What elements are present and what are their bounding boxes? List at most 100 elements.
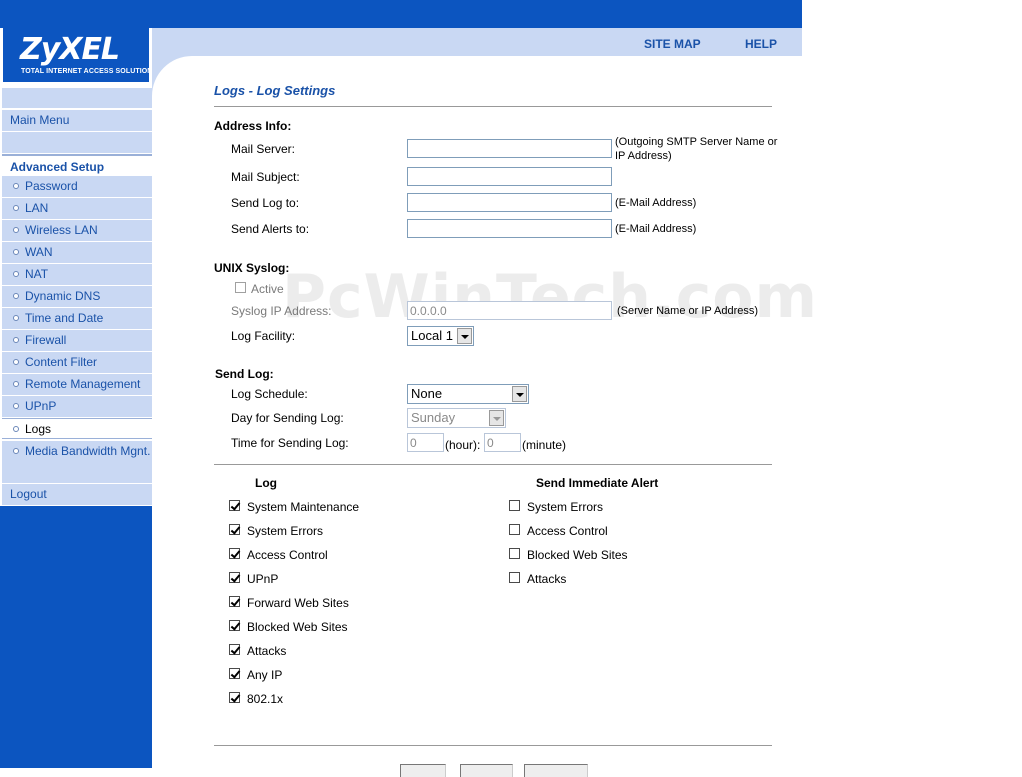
divider xyxy=(214,106,772,107)
sidebar-item-logout[interactable]: Logout xyxy=(2,484,152,506)
sidebar-item-wireless-lan[interactable]: Wireless LAN xyxy=(2,220,152,242)
divider xyxy=(214,745,772,746)
sidebar-item-dynamic-dns[interactable]: Dynamic DNS xyxy=(2,286,152,308)
send-log-to-input[interactable] xyxy=(407,193,612,212)
send-log-to-note: (E-Mail Address) xyxy=(615,197,697,209)
sidebar-item-time-and-date[interactable]: Time and Date xyxy=(2,308,152,330)
sidebar-item-remote-management[interactable]: Remote Management xyxy=(2,374,152,396)
bullet-icon xyxy=(13,205,19,211)
sidebar-section-label: Advanced Setup xyxy=(10,160,105,174)
bullet-icon xyxy=(13,448,19,454)
bullet-icon xyxy=(13,271,19,277)
day-for-sending-value: Sunday xyxy=(411,410,456,425)
page-title: Logs - Log Settings xyxy=(214,83,336,98)
sidebar-item-label: Wireless LAN xyxy=(25,223,98,237)
log-checkbox[interactable] xyxy=(229,692,240,703)
log-facility-select[interactable]: Local 1 xyxy=(407,326,474,346)
send-log-heading: Send Log: xyxy=(215,367,274,381)
alert-item-label: System Errors xyxy=(527,500,604,514)
alert-checkbox[interactable] xyxy=(509,572,520,583)
log-schedule-select[interactable]: None xyxy=(407,384,529,404)
mail-server-note-2: IP Address) xyxy=(615,150,672,162)
minute-input[interactable] xyxy=(484,433,521,452)
mail-server-input[interactable] xyxy=(407,139,612,158)
chevron-down-icon xyxy=(489,410,504,426)
log-checkbox[interactable] xyxy=(229,644,240,655)
watermark: PcWinTech.com xyxy=(282,262,819,332)
log-schedule-value: None xyxy=(411,386,443,401)
sidebar-item-label: WAN xyxy=(25,245,53,259)
bullet-icon xyxy=(13,403,19,409)
alert-checkbox[interactable] xyxy=(509,548,520,559)
sidebar-item-wan[interactable]: WAN xyxy=(2,242,152,264)
log-checkbox[interactable] xyxy=(229,668,240,679)
bullet-icon xyxy=(13,337,19,343)
syslog-ip-input[interactable] xyxy=(407,301,612,320)
sidebar-item-label: LAN xyxy=(25,201,49,215)
log-facility-label: Log Facility: xyxy=(231,329,296,343)
send-alerts-to-label: Send Alerts to: xyxy=(231,222,310,236)
sidebar-item-content-filter[interactable]: Content Filter xyxy=(2,352,152,374)
top-bar xyxy=(0,0,802,28)
send-log-to-label: Send Log to: xyxy=(231,196,300,210)
syslog-active-checkbox[interactable] xyxy=(235,282,246,293)
sidebar-item-label: NAT xyxy=(25,267,49,281)
send-alerts-to-input[interactable] xyxy=(407,219,612,238)
alert-column-heading: Send Immediate Alert xyxy=(536,476,659,490)
sidebar-item-logs[interactable]: Logs xyxy=(2,418,152,439)
log-item-label: UPnP xyxy=(247,572,279,586)
sidebar-item-label: Remote Management xyxy=(25,377,141,391)
syslog-active-label: Active xyxy=(251,282,284,296)
day-for-sending-label: Day for Sending Log: xyxy=(231,411,344,425)
site-map-link[interactable]: SITE MAP xyxy=(644,37,701,51)
sidebar-item-upnp[interactable]: UPnP xyxy=(2,396,152,418)
alert-checkbox[interactable] xyxy=(509,500,520,511)
reset-button[interactable] xyxy=(460,764,513,777)
sidebar-item-firewall[interactable]: Firewall xyxy=(2,330,152,352)
bullet-icon xyxy=(13,381,19,387)
sidebar-item-label: Logs xyxy=(25,422,52,436)
sidebar-item-nat[interactable]: NAT xyxy=(2,264,152,286)
divider xyxy=(214,464,772,465)
bullet-icon xyxy=(13,227,19,233)
apply-button[interactable] xyxy=(400,764,446,777)
day-for-sending-select[interactable]: Sunday xyxy=(407,408,506,428)
syslog-ip-label: Syslog IP Address: xyxy=(231,304,332,318)
sidebar-item-media-bandwidth-mgnt[interactable]: Media Bandwidth Mgnt. xyxy=(2,441,152,463)
log-checkbox[interactable] xyxy=(229,572,240,583)
log-item-label: 802.1x xyxy=(247,692,284,706)
sidebar-spacer xyxy=(2,462,152,484)
log-checkbox[interactable] xyxy=(229,524,240,535)
hour-unit: (hour): xyxy=(445,438,481,452)
log-item-label: Forward Web Sites xyxy=(247,596,349,610)
syslog-ip-note: (Server Name or IP Address) xyxy=(617,305,759,317)
time-for-sending-label: Time for Sending Log: xyxy=(231,436,349,450)
brand-logo: ZyXEL xyxy=(20,32,120,67)
log-checkbox[interactable] xyxy=(229,548,240,559)
sidebar-section-advanced-setup[interactable]: Advanced Setup xyxy=(2,154,152,176)
bullet-icon xyxy=(13,293,19,299)
sidebar-item-label: Firewall xyxy=(25,333,67,347)
sidebar-item-label: Media Bandwidth Mgnt. xyxy=(25,444,151,458)
log-checkbox[interactable] xyxy=(229,596,240,607)
hour-input[interactable] xyxy=(407,433,444,452)
bullet-icon xyxy=(13,315,19,321)
mail-subject-input[interactable] xyxy=(407,167,612,186)
brand-tagline: TOTAL INTERNET ACCESS SOLUTION xyxy=(21,68,153,75)
log-schedule-label: Log Schedule: xyxy=(231,387,308,401)
sidebar-item-password[interactable]: Password xyxy=(2,176,152,198)
log-checkbox[interactable] xyxy=(229,500,240,511)
help-link[interactable]: HELP xyxy=(745,37,777,51)
sidebar-item-label: Content Filter xyxy=(25,355,98,369)
alert-checkbox[interactable] xyxy=(509,524,520,535)
mail-server-note: (Outgoing SMTP Server Name or xyxy=(615,136,778,148)
clear-button[interactable] xyxy=(524,764,588,777)
sidebar-item-lan[interactable]: LAN xyxy=(2,198,152,220)
log-checkbox[interactable] xyxy=(229,620,240,631)
sidebar-item-main-menu[interactable]: Main Menu xyxy=(2,110,152,132)
sidebar-item-label: Time and Date xyxy=(25,311,104,325)
log-item-label: System Maintenance xyxy=(247,500,360,514)
chevron-down-icon xyxy=(457,328,472,344)
log-item-label: Attacks xyxy=(247,644,287,658)
sidebar-spacer xyxy=(2,132,152,154)
